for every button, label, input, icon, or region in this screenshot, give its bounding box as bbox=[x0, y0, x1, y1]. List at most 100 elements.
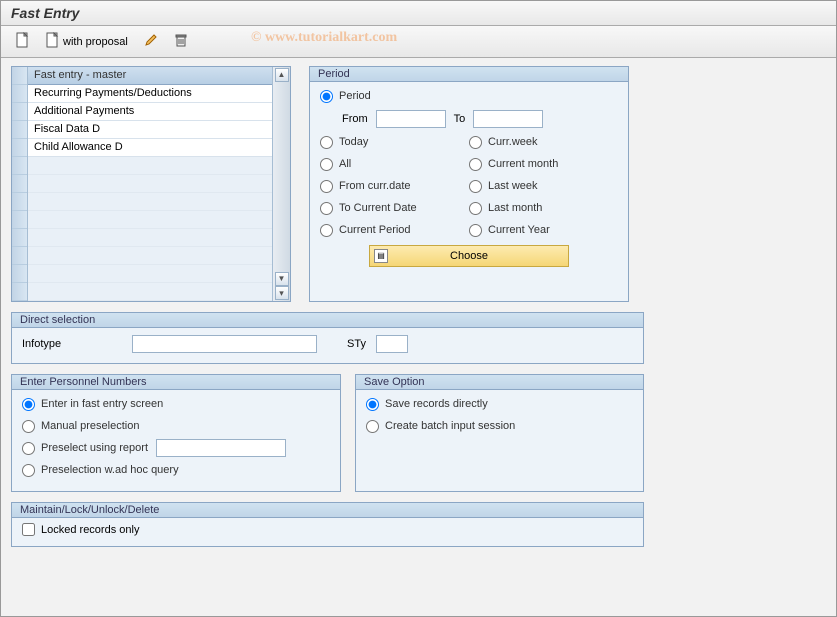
proposal-label: with proposal bbox=[63, 36, 128, 48]
save-radio-batch[interactable] bbox=[366, 420, 379, 433]
new-with-proposal-button[interactable]: with proposal bbox=[41, 29, 133, 54]
period-radio-currmonth[interactable] bbox=[469, 158, 482, 171]
from-input[interactable] bbox=[376, 110, 446, 128]
period-radio-all[interactable] bbox=[320, 158, 333, 171]
to-label: To bbox=[454, 113, 466, 125]
period-label-today[interactable]: Today bbox=[339, 136, 368, 148]
period-from-to: From To bbox=[342, 107, 618, 131]
maintain-title: Maintain/Lock/Unlock/Delete bbox=[11, 502, 644, 518]
personnel-label-report[interactable]: Preselect using report bbox=[41, 442, 148, 454]
pencil-icon bbox=[144, 33, 158, 50]
period-group: Period Period From To Today Curr.week Al… bbox=[309, 66, 629, 302]
list-empty-row bbox=[28, 265, 272, 283]
list-empty-row bbox=[28, 283, 272, 301]
from-label: From bbox=[342, 113, 368, 125]
save-label-batch[interactable]: Create batch input session bbox=[385, 420, 515, 432]
list-empty-row bbox=[28, 229, 272, 247]
gutter-cell bbox=[12, 247, 27, 265]
period-radio-today[interactable] bbox=[320, 136, 333, 149]
top-row: Fast entry - master Recurring Payments/D… bbox=[11, 66, 826, 302]
period-radio-currweek[interactable] bbox=[469, 136, 482, 149]
period-radio-tocurrent[interactable] bbox=[320, 202, 333, 215]
period-label-curryear[interactable]: Current Year bbox=[488, 224, 550, 236]
period-radio-fromcurr[interactable] bbox=[320, 180, 333, 193]
period-columns: Today Curr.week All Current month From c… bbox=[320, 131, 618, 241]
direct-title: Direct selection bbox=[11, 312, 644, 328]
document-icon bbox=[16, 32, 30, 51]
period-radio-period[interactable] bbox=[320, 90, 333, 103]
save-option-group: Save Option Save records directly Create… bbox=[355, 374, 644, 492]
period-radio-curryear[interactable] bbox=[469, 224, 482, 237]
gutter-cell bbox=[12, 211, 27, 229]
gutter-cell[interactable] bbox=[12, 121, 27, 139]
infotype-input[interactable] bbox=[132, 335, 317, 353]
gutter-cell[interactable] bbox=[12, 139, 27, 157]
period-label-currmonth[interactable]: Current month bbox=[488, 158, 558, 170]
list-empty-row bbox=[28, 211, 272, 229]
new-button[interactable] bbox=[11, 29, 35, 54]
period-radio-lastmonth[interactable] bbox=[469, 202, 482, 215]
edit-button[interactable] bbox=[139, 30, 163, 53]
list-item[interactable]: Additional Payments bbox=[28, 103, 272, 121]
gutter-cell bbox=[12, 193, 27, 211]
master-list: Fast entry - master Recurring Payments/D… bbox=[11, 66, 291, 302]
personnel-radio-manual[interactable] bbox=[22, 420, 35, 433]
personnel-title: Enter Personnel Numbers bbox=[11, 374, 341, 390]
period-label-lastmonth[interactable]: Last month bbox=[488, 202, 542, 214]
list-header[interactable]: Fast entry - master bbox=[28, 67, 272, 85]
list-item[interactable]: Recurring Payments/Deductions bbox=[28, 85, 272, 103]
delete-button[interactable] bbox=[169, 30, 193, 53]
gutter-cell bbox=[12, 157, 27, 175]
period-label-all[interactable]: All bbox=[339, 158, 351, 170]
save-label-direct[interactable]: Save records directly bbox=[385, 398, 488, 410]
period-radio-period-row: Period bbox=[320, 85, 618, 107]
save-radio-direct[interactable] bbox=[366, 398, 379, 411]
watermark: © www.tutorialkart.com bbox=[251, 30, 397, 46]
list-empty-row bbox=[28, 247, 272, 265]
period-label-fromcurr[interactable]: From curr.date bbox=[339, 180, 411, 192]
toolbar: with proposal © www.tutorialkart.com bbox=[1, 26, 836, 58]
personnel-label-fast[interactable]: Enter in fast entry screen bbox=[41, 398, 163, 410]
choose-button[interactable]: ▤ Choose bbox=[369, 245, 569, 267]
scroll-end-icon[interactable]: ▾ bbox=[275, 286, 289, 300]
gutter-cell bbox=[12, 229, 27, 247]
infotype-label: Infotype bbox=[22, 338, 122, 350]
report-input[interactable] bbox=[156, 439, 286, 457]
locked-label[interactable]: Locked records only bbox=[41, 524, 139, 536]
document-icon bbox=[46, 32, 60, 51]
sty-input[interactable] bbox=[376, 335, 408, 353]
personnel-radio-adhoc[interactable] bbox=[22, 464, 35, 477]
sty-label: STy bbox=[347, 338, 366, 350]
list-item[interactable]: Child Allowance D bbox=[28, 139, 272, 157]
personnel-radio-fast[interactable] bbox=[22, 398, 35, 411]
gutter-cell[interactable] bbox=[12, 103, 27, 121]
period-label-currweek[interactable]: Curr.week bbox=[488, 136, 538, 148]
gutter-cell bbox=[12, 265, 27, 283]
period-label-lastweek[interactable]: Last week bbox=[488, 180, 538, 192]
personnel-label-adhoc[interactable]: Preselection w.ad hoc query bbox=[41, 464, 179, 476]
save-title: Save Option bbox=[355, 374, 644, 390]
to-input[interactable] bbox=[473, 110, 543, 128]
period-radio-currperiod[interactable] bbox=[320, 224, 333, 237]
list-empty-row bbox=[28, 175, 272, 193]
gutter-cell bbox=[12, 283, 27, 301]
personnel-label-manual[interactable]: Manual preselection bbox=[41, 420, 139, 432]
scroll-up-icon[interactable]: ▲ bbox=[275, 68, 289, 82]
personnel-group: Enter Personnel Numbers Enter in fast en… bbox=[11, 374, 341, 492]
period-radio-lastweek[interactable] bbox=[469, 180, 482, 193]
list-body: Fast entry - master Recurring Payments/D… bbox=[28, 67, 272, 301]
period-label-currperiod[interactable]: Current Period bbox=[339, 224, 411, 236]
list-scrollbar[interactable]: ▲ ▼ ▾ bbox=[272, 67, 290, 301]
page-title: Fast Entry bbox=[11, 5, 826, 21]
personnel-radio-report[interactable] bbox=[22, 442, 35, 455]
scroll-down-icon[interactable]: ▼ bbox=[275, 272, 289, 286]
period-label-tocurrent[interactable]: To Current Date bbox=[339, 202, 417, 214]
maintain-group: Maintain/Lock/Unlock/Delete Locked recor… bbox=[11, 502, 644, 547]
period-label-period[interactable]: Period bbox=[339, 90, 371, 102]
gutter-cell[interactable] bbox=[12, 67, 27, 85]
list-item[interactable]: Fiscal Data D bbox=[28, 121, 272, 139]
list-gutter bbox=[12, 67, 28, 301]
locked-checkbox[interactable] bbox=[22, 523, 35, 536]
period-title: Period bbox=[309, 66, 629, 82]
gutter-cell[interactable] bbox=[12, 85, 27, 103]
